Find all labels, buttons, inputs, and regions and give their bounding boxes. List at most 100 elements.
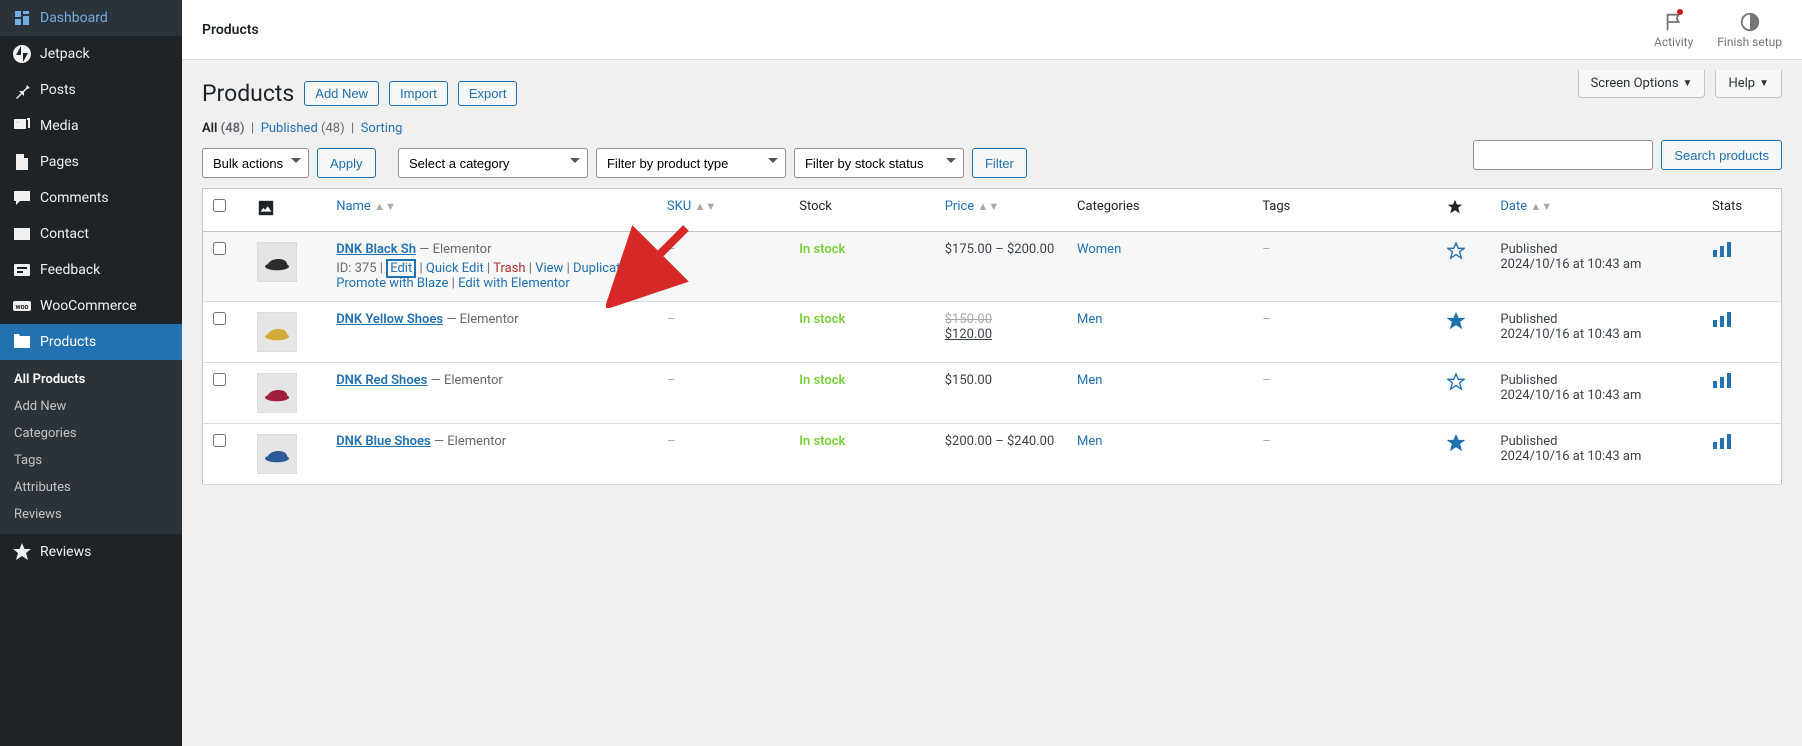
stock-status: In stock — [799, 373, 845, 388]
stats-icon[interactable] — [1712, 247, 1732, 262]
add-new-button[interactable]: Add New — [304, 81, 379, 106]
category-filter-select[interactable]: Select a category — [398, 148, 588, 178]
publish-date: 2024/10/16 at 10:43 am — [1500, 257, 1641, 272]
menu-label: Media — [40, 118, 79, 134]
submenu-all-products[interactable]: All Products — [0, 366, 182, 393]
column-sku[interactable]: SKU ▲▼ — [657, 189, 789, 232]
promote-link[interactable]: Promote with Blaze — [336, 276, 448, 291]
chevron-down-icon: ▼ — [1683, 78, 1693, 89]
product-thumbnail[interactable] — [257, 242, 297, 282]
apply-button[interactable]: Apply — [317, 148, 376, 178]
chevron-down-icon: ▼ — [1759, 78, 1769, 89]
export-button[interactable]: Export — [458, 81, 518, 106]
stats-icon[interactable] — [1712, 317, 1732, 332]
featured-star[interactable] — [1447, 380, 1465, 395]
row-checkbox[interactable] — [213, 434, 226, 447]
column-image[interactable] — [247, 189, 326, 232]
featured-star[interactable] — [1447, 441, 1465, 456]
stats-icon[interactable] — [1712, 439, 1732, 454]
category-link[interactable]: Women — [1077, 242, 1121, 257]
search-input[interactable] — [1473, 140, 1653, 170]
price-new: $120.00 — [945, 327, 992, 342]
edit-elementor-link[interactable]: Edit with Elementor — [458, 276, 570, 291]
column-stats[interactable]: Stats — [1702, 189, 1781, 232]
view-all[interactable]: All (48) — [202, 121, 245, 136]
tags-value: – — [1262, 434, 1271, 449]
product-thumbnail[interactable] — [257, 434, 297, 474]
featured-star[interactable] — [1447, 319, 1465, 334]
bulk-actions-select[interactable]: Bulk actions — [202, 148, 309, 178]
star-icon — [12, 542, 32, 562]
menu-media[interactable]: Media — [0, 108, 182, 144]
trash-link[interactable]: Trash — [493, 261, 525, 276]
category-link[interactable]: Men — [1077, 434, 1102, 449]
submenu-attributes[interactable]: Attributes — [0, 474, 182, 501]
menu-comments[interactable]: Comments — [0, 180, 182, 216]
product-thumbnail[interactable] — [257, 373, 297, 413]
row-checkbox[interactable] — [213, 373, 226, 386]
menu-dashboard[interactable]: Dashboard — [0, 0, 182, 36]
select-all-checkbox[interactable] — [213, 199, 226, 212]
menu-woocommerce[interactable]: woo WooCommerce — [0, 288, 182, 324]
submenu-categories[interactable]: Categories — [0, 420, 182, 447]
product-name-link[interactable]: DNK Black Sh — [336, 242, 416, 257]
submenu-add-new[interactable]: Add New — [0, 393, 182, 420]
product-type-filter-select[interactable]: Filter by product type — [596, 148, 786, 178]
duplicate-link[interactable]: Duplicate — [573, 261, 627, 276]
row-actions: ID: 375 | Edit | Quick Edit | Trash | Vi… — [336, 261, 647, 291]
menu-products[interactable]: Products — [0, 324, 182, 360]
feedback-icon — [12, 260, 32, 280]
sku-value: – — [667, 312, 676, 327]
search-products-button[interactable]: Search products — [1661, 140, 1782, 170]
column-tags[interactable]: Tags — [1252, 189, 1437, 232]
row-checkbox[interactable] — [213, 312, 226, 325]
menu-reviews[interactable]: Reviews — [0, 534, 182, 570]
row-checkbox[interactable] — [213, 242, 226, 255]
products-icon — [12, 332, 32, 352]
column-name[interactable]: Name ▲▼ — [326, 189, 657, 232]
help-tab[interactable]: Help▼ — [1715, 70, 1782, 98]
product-name-link[interactable]: DNK Blue Shoes — [336, 434, 430, 449]
stock-filter-select[interactable]: Filter by stock status — [794, 148, 964, 178]
finish-setup-button[interactable]: Finish setup — [1717, 11, 1782, 49]
pages-icon — [12, 152, 32, 172]
menu-pages[interactable]: Pages — [0, 144, 182, 180]
mail-icon — [12, 224, 32, 244]
column-date[interactable]: Date ▲▼ — [1490, 189, 1702, 232]
publish-date: 2024/10/16 at 10:43 am — [1500, 449, 1641, 464]
menu-jetpack[interactable]: Jetpack — [0, 36, 182, 72]
view-published[interactable]: Published — [261, 121, 318, 136]
category-link[interactable]: Men — [1077, 373, 1102, 388]
product-name-link[interactable]: DNK Yellow Shoes — [336, 312, 443, 327]
product-name-link[interactable]: DNK Red Shoes — [336, 373, 427, 388]
activity-button[interactable]: Activity — [1654, 11, 1693, 49]
menu-label: Reviews — [40, 544, 91, 560]
category-link[interactable]: Men — [1077, 312, 1102, 327]
menu-feedback[interactable]: Feedback — [0, 252, 182, 288]
menu-contact[interactable]: Contact — [0, 216, 182, 252]
view-link[interactable]: View — [535, 261, 563, 276]
sku-value: – — [667, 434, 676, 449]
builder-tag: — Elementor — [431, 373, 503, 388]
dashboard-icon — [12, 8, 32, 28]
column-categories[interactable]: Categories — [1067, 189, 1252, 232]
product-thumbnail[interactable] — [257, 312, 297, 352]
quick-edit-link[interactable]: Quick Edit — [426, 261, 484, 276]
menu-label: Posts — [40, 82, 76, 98]
screen-options-tab[interactable]: Screen Options▼ — [1578, 70, 1706, 98]
stats-icon[interactable] — [1712, 378, 1732, 393]
menu-posts[interactable]: Posts — [0, 72, 182, 108]
filter-button[interactable]: Filter — [972, 148, 1027, 178]
jetpack-icon — [12, 44, 32, 64]
price-old: $150.00 — [945, 312, 992, 327]
column-price[interactable]: Price ▲▼ — [935, 189, 1067, 232]
submenu-reviews[interactable]: Reviews — [0, 501, 182, 528]
page-title: Products — [202, 80, 294, 107]
featured-star[interactable] — [1447, 249, 1465, 264]
column-featured[interactable] — [1437, 189, 1490, 232]
submenu-tags[interactable]: Tags — [0, 447, 182, 474]
view-sorting[interactable]: Sorting — [361, 121, 403, 136]
column-stock[interactable]: Stock — [789, 189, 935, 232]
price-value: $175.00 – $200.00 — [945, 242, 1055, 257]
import-button[interactable]: Import — [389, 81, 448, 106]
